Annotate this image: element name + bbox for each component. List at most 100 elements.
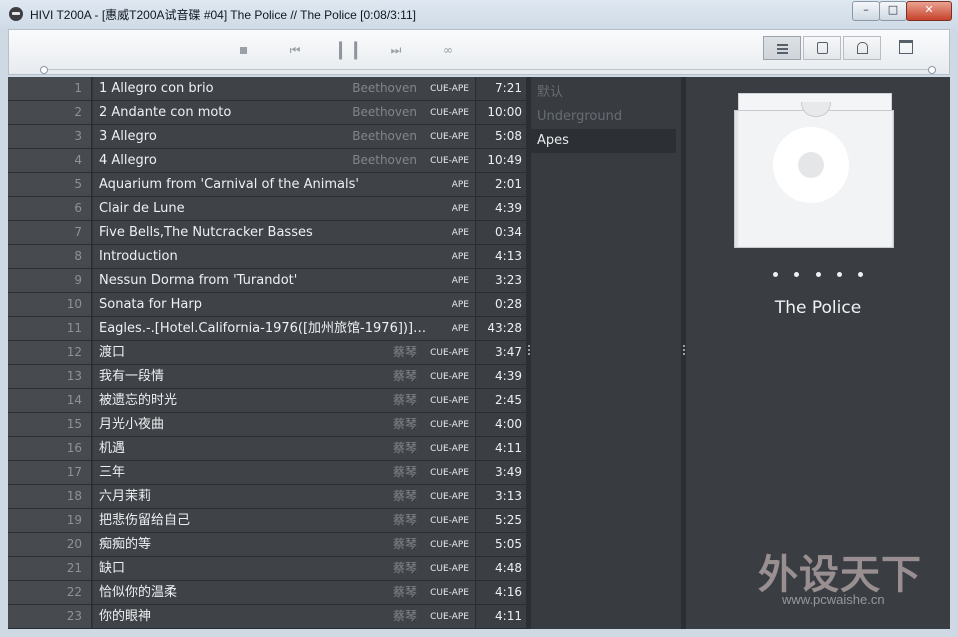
track-row[interactable]: 14 被遗忘的时光 蔡琴 CUE-APE 2:45 xyxy=(8,389,526,413)
playlist-group-list[interactable]: 默认 Underground Apes xyxy=(531,77,681,629)
track-row[interactable]: 22 Andante con moto Beethoven CUE-APE 10:00 xyxy=(8,101,526,125)
stop-button[interactable] xyxy=(231,40,255,60)
track-number: 15 xyxy=(8,413,92,436)
view-switcher xyxy=(763,36,883,62)
track-number: 14 xyxy=(8,389,92,412)
track-duration: 3:49 xyxy=(476,461,526,484)
track-duration: 4:11 xyxy=(476,605,526,628)
track-row[interactable]: 12 渡口 蔡琴 CUE-APE 3:47 xyxy=(8,341,526,365)
track-duration: 0:28 xyxy=(476,293,526,316)
track-main: 2 Andante con moto Beethoven CUE-APE xyxy=(93,101,476,124)
track-duration: 2:01 xyxy=(476,173,526,196)
playlist-group-item[interactable]: Apes xyxy=(531,129,676,153)
track-format: APE xyxy=(451,276,469,286)
playlist-group-item[interactable]: Underground xyxy=(531,105,676,129)
album-view-button[interactable] xyxy=(803,36,841,60)
minimize-button[interactable]: – xyxy=(852,1,880,21)
track-format: CUE-APE xyxy=(430,420,469,430)
page-dot[interactable] xyxy=(794,272,800,277)
track-list[interactable]: 11 Allegro con brio Beethoven CUE-APE 7:21 2… xyxy=(8,77,526,629)
track-format: APE xyxy=(451,228,469,238)
album-cover[interactable] xyxy=(734,93,894,248)
track-main: 被遗忘的时光 蔡琴 CUE-APE xyxy=(93,389,476,412)
track-row[interactable]: 20 痴痴的等 蔡琴 CUE-APE 5:05 xyxy=(8,533,526,557)
seek-bar[interactable] xyxy=(8,66,938,74)
track-main: 把悲伤留给自己 蔡琴 CUE-APE xyxy=(93,509,476,532)
track-row[interactable]: 8 Introduction APE 4:13 xyxy=(8,245,526,269)
track-duration: 7:21 xyxy=(476,77,526,100)
track-main: Sonata for Harp APE xyxy=(93,293,476,316)
previous-button[interactable]: ⏮ xyxy=(283,40,307,60)
next-button[interactable]: ⏭ xyxy=(384,40,408,60)
playlist-group-item[interactable]: 默认 xyxy=(531,81,676,105)
track-row[interactable]: 11 Allegro con brio Beethoven CUE-APE 7:21 xyxy=(8,77,526,101)
track-title: 三年 xyxy=(99,465,126,480)
track-number: 5 xyxy=(8,173,92,196)
track-duration: 4:39 xyxy=(476,365,526,388)
cd-sleeve-icon xyxy=(734,110,894,248)
track-duration: 5:08 xyxy=(476,125,526,148)
track-row[interactable]: 23 你的眼神 蔡琴 CUE-APE 4:11 xyxy=(8,605,526,629)
track-number: 19 xyxy=(8,509,92,532)
pause-icon: ❙❙ xyxy=(333,39,364,60)
track-number: 16 xyxy=(8,437,92,460)
track-row[interactable]: 22 恰似你的温柔 蔡琴 CUE-APE 4:16 xyxy=(8,581,526,605)
track-row[interactable]: 6 Clair de Lune APE 4:39 xyxy=(8,197,526,221)
track-duration: 10:00 xyxy=(476,101,526,124)
page-dot[interactable] xyxy=(773,272,778,277)
watermark: 外设天下 www.pcwaishe.cn xyxy=(752,540,952,620)
track-row[interactable]: 21 缺口 蔡琴 CUE-APE 4:48 xyxy=(8,557,526,581)
track-artist: 蔡琴 xyxy=(392,561,417,575)
track-title: Clair de Lune xyxy=(99,201,185,216)
track-row[interactable]: 19 把悲伤留给自己 蔡琴 CUE-APE 5:25 xyxy=(8,509,526,533)
track-row[interactable]: 7 Five Bells,The Nutcracker Basses APE 0:34 xyxy=(8,221,526,245)
page-dot[interactable] xyxy=(815,272,821,277)
playlist-view-icon xyxy=(777,42,788,54)
home-view-button[interactable] xyxy=(843,36,881,60)
track-number: 3 xyxy=(8,125,92,148)
track-artist: Beethoven xyxy=(352,129,417,143)
track-title: Introduction xyxy=(99,249,178,264)
track-artist: 蔡琴 xyxy=(392,345,417,359)
page-indicator[interactable] xyxy=(773,272,863,278)
track-row[interactable]: 9 Nessun Dorma from 'Turandot' APE 3:23 xyxy=(8,269,526,293)
track-artist: Beethoven xyxy=(352,105,417,119)
track-duration: 4:48 xyxy=(476,557,526,580)
volume-handle[interactable] xyxy=(928,66,936,74)
playlist-view-button[interactable] xyxy=(763,36,801,60)
track-row[interactable]: 44 Allegro Beethoven CUE-APE 10:49 xyxy=(8,149,526,173)
next-icon: ⏭ xyxy=(390,43,402,57)
track-format: CUE-APE xyxy=(430,540,469,550)
album-view-icon xyxy=(817,42,828,54)
track-format: CUE-APE xyxy=(430,468,469,478)
repeat-button[interactable]: ∞ xyxy=(436,40,460,60)
track-row[interactable]: 17 三年 蔡琴 CUE-APE 3:49 xyxy=(8,461,526,485)
track-artist: 蔡琴 xyxy=(392,489,417,503)
close-button[interactable]: ✕ xyxy=(906,1,952,21)
track-row[interactable]: 16 机遇 蔡琴 CUE-APE 4:11 xyxy=(8,437,526,461)
track-number: 6 xyxy=(8,197,92,220)
track-main: Clair de Lune APE xyxy=(93,197,476,220)
track-row[interactable]: 5 Aquarium from 'Carnival of the Animals'… xyxy=(8,173,526,197)
track-title: Five Bells,The Nutcracker Basses xyxy=(99,225,313,240)
title-bar[interactable]: HIVI T200A - [惠威T200A试音碟 #04] The Police… xyxy=(0,0,958,28)
window-title: HIVI T200A - [惠威T200A试音碟 #04] The Police… xyxy=(30,8,416,22)
track-row[interactable]: 13 我有一段情 蔡琴 CUE-APE 4:39 xyxy=(8,365,526,389)
seek-handle[interactable] xyxy=(40,66,48,74)
mini-mode-icon[interactable] xyxy=(899,40,913,54)
track-row[interactable]: 33 Allegro Beethoven CUE-APE 5:08 xyxy=(8,125,526,149)
cd-hub xyxy=(798,152,824,178)
track-row[interactable]: 10 Sonata for Harp APE 0:28 xyxy=(8,293,526,317)
page-dot[interactable] xyxy=(858,272,863,277)
track-row[interactable]: 15 月光小夜曲 蔡琴 CUE-APE 4:00 xyxy=(8,413,526,437)
track-row[interactable]: 11 Eagles.-.[Hotel.California-1976([加州旅馆-… xyxy=(8,317,526,341)
track-row[interactable]: 18 六月茉莉 蔡琴 CUE-APE 3:13 xyxy=(8,485,526,509)
page-dot[interactable] xyxy=(836,272,842,277)
track-number: 13 xyxy=(8,365,92,388)
maximize-button[interactable]: □ xyxy=(879,1,907,21)
track-main: 你的眼神 蔡琴 CUE-APE xyxy=(93,605,476,628)
pause-button[interactable]: ❙❙ xyxy=(333,40,363,60)
track-main: 缺口 蔡琴 CUE-APE xyxy=(93,557,476,580)
track-main: Five Bells,The Nutcracker Basses APE xyxy=(93,221,476,244)
track-format: CUE-APE xyxy=(430,564,469,574)
